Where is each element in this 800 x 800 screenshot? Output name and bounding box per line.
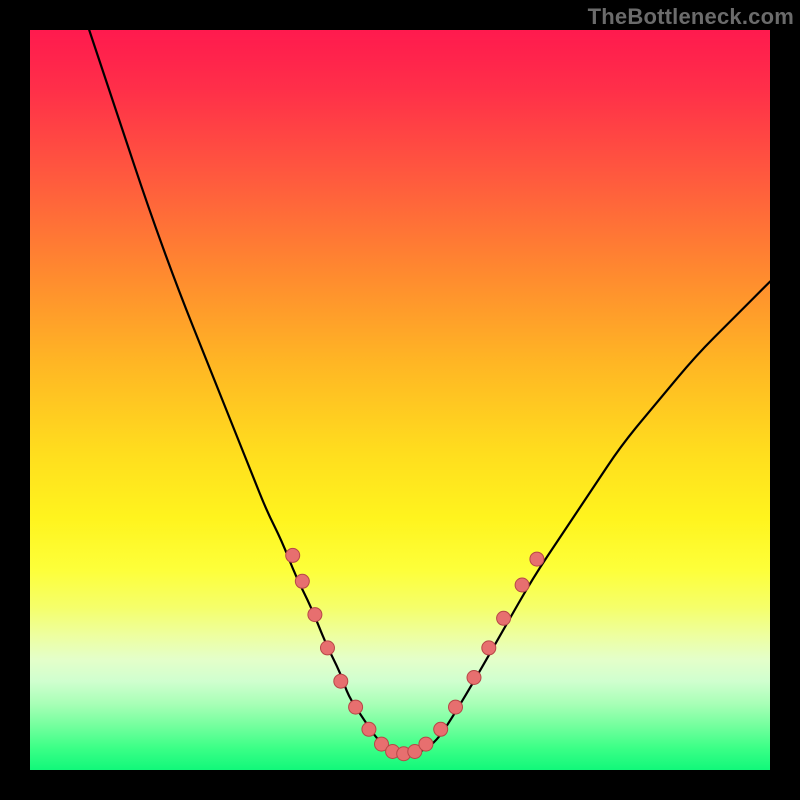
curve-marker [515, 578, 529, 592]
curve-marker [530, 552, 544, 566]
chart-svg [30, 30, 770, 770]
curve-marker [497, 611, 511, 625]
curve-marker [295, 574, 309, 588]
curve-marker [419, 737, 433, 751]
bottleneck-curve [89, 30, 770, 753]
curve-marker [362, 722, 376, 736]
curve-marker [434, 722, 448, 736]
curve-marker [334, 674, 348, 688]
curve-marker [286, 548, 300, 562]
curve-marker [449, 700, 463, 714]
curve-marker [482, 641, 496, 655]
curve-marker [467, 671, 481, 685]
curve-marker [349, 700, 363, 714]
chart-frame: TheBottleneck.com [0, 0, 800, 800]
curve-markers [286, 548, 544, 760]
curve-marker [308, 608, 322, 622]
watermark-text: TheBottleneck.com [588, 4, 794, 30]
curve-marker [320, 641, 334, 655]
